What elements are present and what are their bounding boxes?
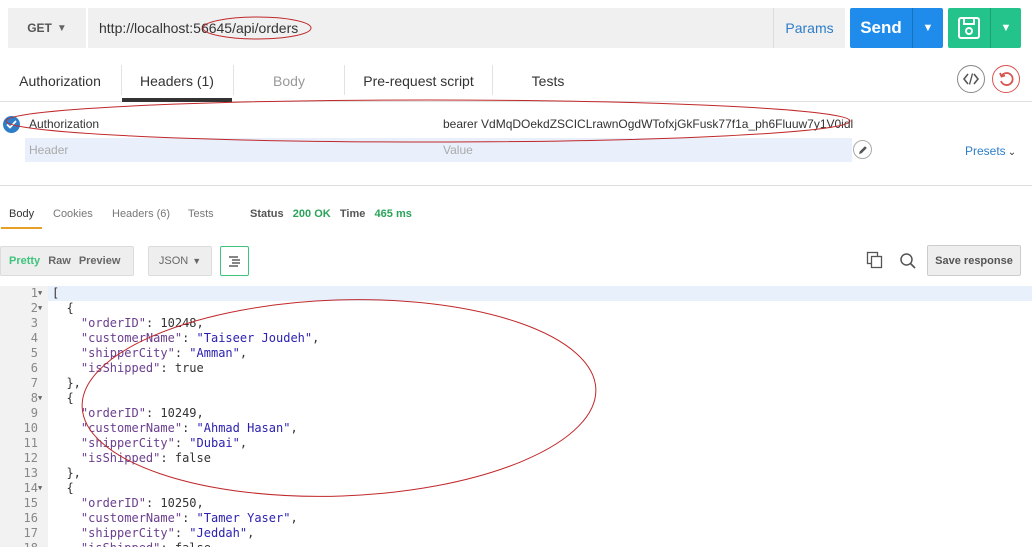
format-select[interactable]: JSON ▼ [148, 246, 212, 276]
header-value[interactable]: bearer VdMqDOekdZSCICLrawnOgdWTofxjGkFus… [443, 117, 853, 131]
tab-tests[interactable]: Tests [493, 60, 603, 101]
tab-headers-label: Headers (1) [140, 72, 214, 89]
new-header-row [25, 138, 852, 162]
tab-pre-request-script-label: Pre-request script [363, 72, 474, 89]
params-button[interactable]: Params [773, 8, 845, 48]
view-mode-raw[interactable]: Raw [48, 255, 71, 267]
code-line: 16 "customerName": "Tamer Yaser", [0, 511, 1032, 526]
wrap-lines-icon[interactable] [220, 246, 249, 276]
code-line: 10 "customerName": "Ahmad Hasan", [0, 421, 1032, 436]
format-label: JSON [158, 255, 189, 267]
code-line: 4 "customerName": "Taiseer Joudeh", [0, 331, 1032, 346]
status-label: Status [250, 208, 284, 220]
code-line: 11 "shipperCity": "Dubai", [0, 436, 1032, 451]
shipper-city-value: Amman [196, 346, 233, 360]
header-key[interactable]: Authorization [29, 117, 99, 131]
pencil-icon[interactable] [853, 140, 872, 159]
response-toolbar: Pretty Raw Preview JSON ▼ Save response [0, 244, 1032, 278]
code-line: 12 "isShipped": false [0, 451, 1032, 466]
tab-authorization[interactable]: Authorization [0, 60, 120, 101]
code-line: 3 "orderID": 10248, [0, 316, 1032, 331]
params-label: Params [785, 20, 834, 36]
tab-body[interactable]: Body [234, 60, 344, 101]
copy-icon[interactable] [866, 251, 884, 269]
shipper-city-value: Dubai [196, 436, 233, 450]
send-button[interactable]: Send ▼ [850, 8, 943, 48]
order-id-value: 10249 [160, 406, 197, 420]
save-button[interactable]: ▼ [948, 8, 1021, 48]
headers-editor: Authorization bearer VdMqDOekdZSCICLrawn… [0, 110, 1032, 186]
response-tab-cookies[interactable]: Cookies [53, 208, 93, 220]
request-url-bar: GET ▼ http://localhost:56645/api/orders … [0, 6, 1032, 48]
customer-name-value: Tamer Yaser [203, 511, 284, 525]
customer-name-value: Ahmad Hasan [203, 421, 284, 435]
header-value-input[interactable] [443, 140, 843, 160]
code-line: 2▼ { [0, 301, 1032, 316]
method-select[interactable]: GET ▼ [8, 8, 86, 48]
is-shipped-value: false [174, 451, 211, 465]
chevron-down-icon: ▼ [192, 256, 202, 266]
code-line: 1▼[ [0, 286, 1032, 301]
response-tab-headers[interactable]: Headers (6) [112, 208, 170, 220]
presets-label: Presets [965, 144, 1006, 158]
tab-headers[interactable]: Headers (1) [122, 60, 232, 102]
time-value: 465 ms [374, 208, 412, 220]
view-mode-preview[interactable]: Preview [79, 255, 121, 267]
method-label: GET [27, 21, 52, 35]
time-label: Time [339, 208, 366, 220]
code-line: 15 "orderID": 10250, [0, 496, 1032, 511]
code-line: 7 }, [0, 376, 1032, 391]
is-shipped-value: false [175, 541, 211, 547]
save-icon [948, 8, 990, 48]
send-label: Send [860, 18, 902, 37]
tab-body-label: Body [273, 72, 305, 89]
url-input[interactable]: http://localhost:56645/api/orders [88, 8, 773, 48]
status-value: 200 OK [292, 208, 331, 220]
is-shipped-value: true [174, 361, 204, 375]
header-row: Authorization bearer VdMqDOekdZSCICLrawn… [0, 113, 1032, 135]
response-tab-tests[interactable]: Tests [188, 208, 214, 220]
view-mode-group: Pretty Raw Preview [0, 246, 134, 276]
response-tab-body[interactable]: Body [0, 208, 43, 229]
url-text: http://localhost:56645/api/orders [99, 20, 299, 36]
tab-pre-request-script[interactable]: Pre-request script [345, 60, 492, 101]
response-tabs: Body Cookies Headers (6) Tests Status 20… [0, 200, 1032, 230]
shipper-city-value: Jeddah [196, 526, 240, 540]
code-snippet-icon[interactable] [957, 65, 985, 93]
code-line: 18 "isShipped": false [0, 541, 1032, 547]
header-key-input[interactable] [29, 140, 429, 160]
request-tabs: Authorization Headers (1) Body Pre-reque… [0, 60, 1032, 102]
code-line: 14▼ { [0, 481, 1032, 496]
search-icon[interactable] [899, 252, 917, 270]
save-response-label: Save response [935, 254, 1013, 267]
status-meta: Status 200 OK Time 465 ms [250, 208, 412, 220]
order-id-value: 10248 [160, 316, 197, 330]
save-dropdown-chevron-icon[interactable]: ▼ [990, 8, 1021, 48]
presets-dropdown[interactable]: Presets ⌄ [965, 144, 1016, 158]
customer-name-value: Taiseer Joudeh [203, 331, 305, 345]
code-line: 17 "shipperCity": "Jeddah", [0, 526, 1032, 541]
tab-tests-label: Tests [531, 72, 565, 89]
save-response-button[interactable]: Save response [927, 245, 1021, 276]
code-line: 6 "isShipped": true [0, 361, 1032, 376]
code-line: 13 }, [0, 466, 1032, 481]
code-line: 9 "orderID": 10249, [0, 406, 1032, 421]
chevron-down-icon: ⌄ [1007, 147, 1017, 158]
code-line: 5 "shipperCity": "Amman", [0, 346, 1032, 361]
tab-authorization-label: Authorization [19, 72, 101, 89]
chevron-down-icon: ▼ [56, 22, 67, 34]
response-body-code[interactable]: 1▼[ 2▼ { 3 "orderID": 10248, 4 "customer… [0, 286, 1032, 547]
send-dropdown-chevron-icon[interactable]: ▼ [912, 8, 943, 48]
code-line: 8▼ { [0, 391, 1032, 406]
reset-history-icon[interactable] [992, 65, 1020, 93]
order-id-value: 10250 [160, 496, 197, 510]
checkmark-icon[interactable] [3, 116, 20, 133]
view-mode-pretty[interactable]: Pretty [9, 255, 40, 267]
